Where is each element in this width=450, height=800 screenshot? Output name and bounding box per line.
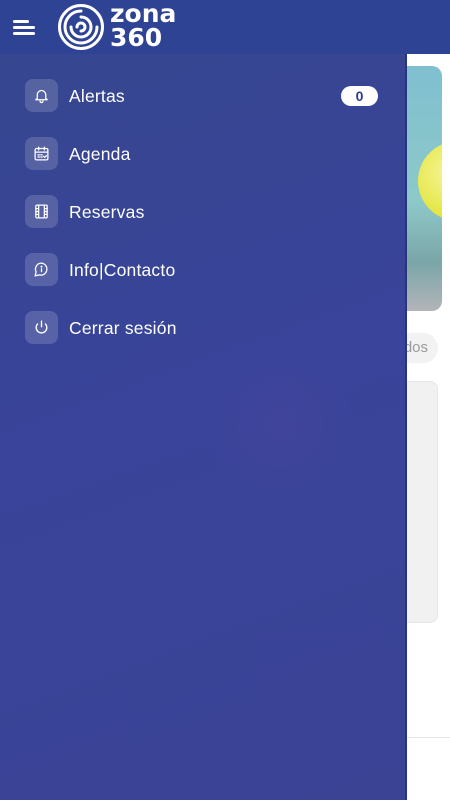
divider xyxy=(405,737,450,738)
hamburger-line xyxy=(13,32,35,35)
drawer-item-label: Alertas xyxy=(69,86,125,106)
drawer-item-label: Agenda xyxy=(69,144,131,164)
calendar-icon xyxy=(25,137,58,170)
bell-icon xyxy=(25,79,58,112)
drawer-item-agenda[interactable]: Agenda xyxy=(0,129,405,179)
alert-count-badge: 0 xyxy=(341,86,378,106)
drawer-item-cerrar-sesion[interactable]: Cerrar sesión xyxy=(0,303,405,353)
tennis-ball-image xyxy=(418,141,442,221)
app-bar: zona 360 xyxy=(0,0,450,54)
drawer-item-info-contacto[interactable]: Info|Contacto xyxy=(0,245,405,295)
power-icon xyxy=(25,311,58,344)
drawer-item-alertas[interactable]: Alertas 0 xyxy=(0,71,405,121)
film-icon xyxy=(25,195,58,228)
drawer-item-reservas[interactable]: Reservas xyxy=(0,187,405,237)
drawer-item-label: Info|Contacto xyxy=(69,260,176,280)
hamburger-line xyxy=(13,20,29,23)
drawer-item-label: Reservas xyxy=(69,202,145,222)
chat-info-icon xyxy=(25,253,58,286)
zona360-logo-icon xyxy=(58,4,104,50)
drawer-edge-divider xyxy=(405,54,407,800)
hamburger-line xyxy=(13,26,35,29)
drawer-item-label: Cerrar sesión xyxy=(69,318,177,338)
hamburger-menu-button[interactable] xyxy=(9,12,39,42)
navigation-drawer: Alertas 0 Agenda Reservas Info|Contacto xyxy=(0,54,405,800)
logo-wordmark-line2: 360 xyxy=(110,23,163,52)
logo-wordmark: zona 360 xyxy=(110,1,176,52)
